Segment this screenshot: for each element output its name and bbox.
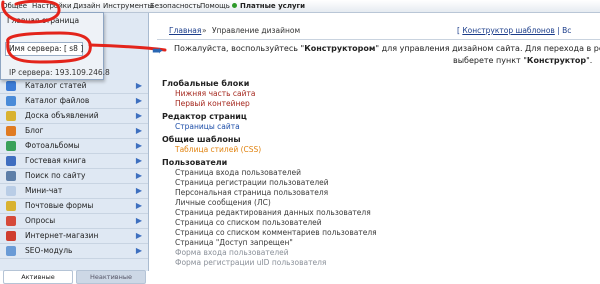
notice-line-2: выберете пункт "Конструктор".	[453, 56, 592, 66]
notice-line-1: Пожалуйста, воспользуйтесь "Конструкторо…	[174, 44, 600, 54]
main-content: Главная » Управление дизайном [ Конструк…	[152, 13, 600, 271]
annotation-circle-menu	[1, 0, 61, 24]
breadcrumb-separator: »	[202, 26, 207, 35]
link-user-page[interactable]: Страница входа пользователей	[175, 168, 301, 178]
link-footer[interactable]: Нижняя часть сайта	[175, 89, 255, 99]
link-first-container[interactable]: Первый контейнер	[175, 99, 250, 109]
link-user-form[interactable]: Форма регистрации uID пользователя	[175, 258, 326, 268]
template-constructor-link[interactable]: Конструктор шаблонов	[462, 26, 555, 35]
notice-text: ".	[586, 56, 593, 65]
breadcrumb-current: Управление дизайном	[212, 26, 301, 35]
breadcrumb: Главная » Управление дизайном [ Конструк…	[157, 25, 600, 37]
link-site-pages[interactable]: Страницы сайта	[175, 122, 240, 132]
divider	[157, 39, 600, 40]
notice-text: Пожалуйста, воспользуйтесь "	[174, 44, 305, 53]
tab-active[interactable]: Активные	[3, 270, 73, 284]
notice-arrow-icon: ➨	[152, 43, 164, 59]
module-tabs: Активные Неактивные	[0, 269, 148, 284]
section-title: Пользователи	[162, 158, 228, 167]
notice-constructor-word: Конструктором	[304, 44, 376, 53]
bracket-open: [	[457, 26, 460, 35]
link-user-page[interactable]: Страница регистрации пользователей	[175, 178, 329, 188]
section-title: Общие шаблоны	[162, 135, 241, 144]
annotation-circle-server	[6, 31, 92, 64]
tab-inactive[interactable]: Неактивные	[76, 270, 146, 284]
bracket-close: | Вс	[557, 26, 572, 35]
notice-text: " для управления дизайном сайта. Для пер…	[375, 44, 600, 53]
section-title: Редактор страниц	[162, 112, 247, 121]
link-user-form[interactable]: Форма входа пользователей	[175, 248, 289, 258]
link-user-page[interactable]: Личные сообщения (ЛС)	[175, 198, 271, 208]
link-user-page[interactable]: Персональная страница пользователя	[175, 188, 328, 198]
template-constructor-nav: [ Конструктор шаблонов | Вс	[457, 26, 571, 36]
section-title: Глобальные блоки	[162, 79, 250, 88]
breadcrumb-home[interactable]: Главная	[169, 26, 201, 36]
notice-text: выберете пункт "	[453, 56, 527, 65]
link-user-page[interactable]: Страница "Доступ запрещен"	[175, 238, 293, 248]
link-user-page[interactable]: Страница со списком пользователей	[175, 218, 322, 228]
link-user-page[interactable]: Страница редактирования данных пользоват…	[175, 208, 371, 218]
link-user-page[interactable]: Страница со списком комментариев пользов…	[175, 228, 377, 238]
notice-constructor-word: Конструктор	[526, 56, 587, 65]
link-css[interactable]: Таблица стилей (CSS)	[175, 145, 261, 155]
